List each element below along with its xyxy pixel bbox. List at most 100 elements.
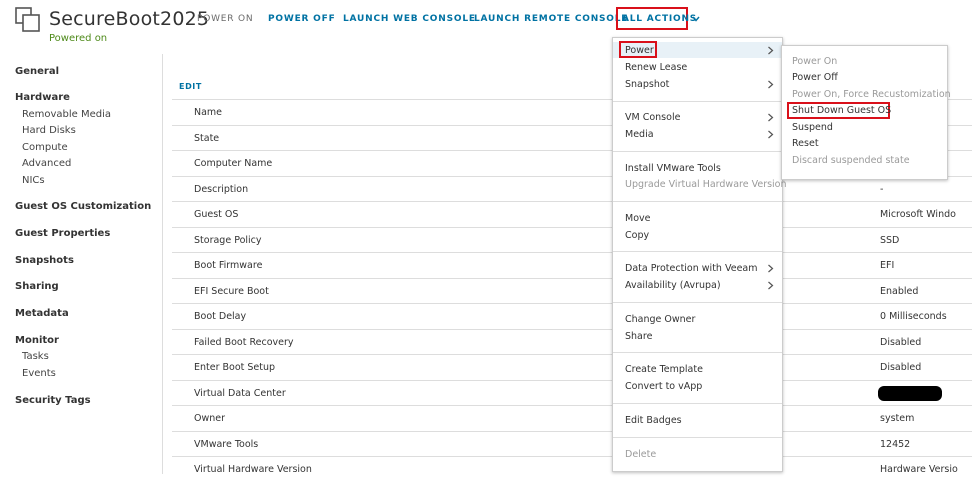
nav-hardware[interactable]: Hardware	[15, 92, 70, 103]
table-row: VMware Tools 12452	[172, 430, 972, 457]
all-actions-menu: Power Renew Lease Snapshot VM Console Me…	[612, 37, 787, 472]
property-value: system	[880, 413, 915, 424]
property-value: -	[880, 183, 884, 195]
menu-item-convert-to-vapp[interactable]: Convert to vApp	[625, 381, 702, 392]
menu-item-delete: Delete	[625, 449, 657, 460]
table-row: Boot Delay 0 Milliseconds	[172, 303, 972, 329]
nav-events[interactable]: Events	[22, 368, 56, 379]
submenu-item-reset[interactable]: Reset	[792, 138, 819, 149]
property-name: Guest OS	[194, 209, 239, 220]
launch-remote-console-button[interactable]: LAUNCH REMOTE CONSOLE	[474, 14, 628, 24]
submenu-item-power-off[interactable]: Power Off	[792, 72, 838, 83]
menu-item-share[interactable]: Share	[625, 331, 652, 342]
submenu-item-power-on-force-recustomization: Power On, Force Recustomization	[792, 89, 951, 100]
property-name: Boot Firmware	[194, 260, 263, 271]
chevron-right-icon	[768, 264, 774, 273]
table-row: Guest OS Microsoft Windo	[172, 201, 972, 227]
property-name: EFI Secure Boot	[194, 285, 269, 297]
property-name: Owner	[194, 413, 226, 424]
menu-item-renew-lease[interactable]: Renew Lease	[625, 62, 687, 73]
edit-button[interactable]: EDIT	[179, 82, 202, 91]
property-name: Enter Boot Setup	[194, 362, 276, 373]
menu-item-snapshot[interactable]: Snapshot	[625, 79, 669, 90]
vm-header: SecureBoot2025 Powered on POWER ON POWER…	[0, 0, 972, 50]
property-name: Failed Boot Recovery	[194, 336, 294, 348]
nav-sharing[interactable]: Sharing	[15, 281, 59, 292]
menu-divider	[613, 437, 782, 438]
property-value: Disabled	[880, 336, 922, 348]
menu-item-media[interactable]: Media	[625, 129, 654, 140]
sidebar-divider	[162, 54, 163, 474]
nav-advanced[interactable]: Advanced	[22, 158, 71, 169]
table-row: Virtual Hardware Version Hardware Versio	[172, 456, 972, 482]
chevron-down-icon[interactable]	[691, 14, 701, 24]
table-row: Boot Firmware EFI	[172, 252, 972, 278]
table-row: Storage Policy SSD	[172, 226, 972, 253]
property-value: Microsoft Windo	[880, 209, 956, 220]
property-value: 12452	[880, 438, 911, 450]
menu-item-install-vmware-tools[interactable]: Install VMware Tools	[625, 163, 721, 174]
menu-divider	[613, 352, 782, 353]
menu-item-move[interactable]: Move	[625, 213, 650, 224]
chevron-right-icon	[768, 46, 774, 55]
property-name: Computer Name	[194, 158, 273, 169]
vm-icon	[15, 7, 40, 32]
menu-divider	[613, 251, 782, 252]
submenu-item-suspend[interactable]: Suspend	[792, 122, 833, 133]
menu-item-change-owner[interactable]: Change Owner	[625, 314, 695, 325]
menu-item-upgrade-virtual-hardware: Upgrade Virtual Hardware Version	[625, 179, 787, 190]
menu-item-vm-console[interactable]: VM Console	[625, 112, 680, 123]
property-name: State	[194, 132, 220, 144]
chevron-right-icon	[768, 130, 774, 139]
vm-name: SecureBoot2025	[49, 8, 210, 30]
launch-web-console-button[interactable]: LAUNCH WEB CONSOLE	[343, 14, 476, 24]
menu-divider	[613, 403, 782, 404]
power-submenu: Power On Power Off Power On, Force Recus…	[781, 45, 951, 180]
nav-monitor[interactable]: Monitor	[15, 335, 59, 346]
table-row: Failed Boot Recovery Disabled	[172, 328, 972, 355]
menu-divider	[613, 302, 782, 303]
nav-nics[interactable]: NICs	[22, 175, 45, 186]
nav-removable-media[interactable]: Removable Media	[22, 109, 111, 120]
submenu-item-power-on: Power On	[792, 56, 838, 67]
table-row: EFI Secure Boot Enabled	[172, 277, 972, 304]
chevron-right-icon	[768, 113, 774, 122]
menu-divider	[613, 201, 782, 202]
nav-tasks[interactable]: Tasks	[22, 351, 49, 362]
property-name: VMware Tools	[194, 438, 259, 450]
menu-item-create-template[interactable]: Create Template	[625, 364, 703, 375]
menu-item-data-protection[interactable]: Data Protection with Veeam	[625, 263, 758, 274]
vm-power-status: Powered on	[49, 33, 108, 44]
nav-guest-properties[interactable]: Guest Properties	[15, 228, 110, 239]
property-name: Virtual Hardware Version	[194, 464, 312, 475]
nav-compute[interactable]: Compute	[22, 142, 68, 153]
power-on-button[interactable]: POWER ON	[197, 14, 253, 24]
nav-hard-disks[interactable]: Hard Disks	[22, 125, 76, 136]
nav-guest-os-customization[interactable]: Guest OS Customization	[15, 201, 151, 212]
table-row: Enter Boot Setup Disabled	[172, 354, 972, 380]
nav-metadata[interactable]: Metadata	[15, 308, 69, 319]
menu-item-copy[interactable]: Copy	[625, 230, 649, 241]
submenu-item-shut-down-guest-os[interactable]: Shut Down Guest OS	[792, 105, 891, 116]
property-value: Hardware Versio	[880, 464, 958, 475]
menu-item-availability[interactable]: Availability (Avrupa)	[625, 280, 721, 291]
menu-item-power[interactable]: Power	[625, 45, 654, 56]
property-value: Enabled	[880, 285, 919, 297]
menu-item-edit-badges[interactable]: Edit Badges	[625, 415, 682, 426]
property-name: Storage Policy	[194, 234, 262, 246]
property-value: SSD	[880, 234, 900, 246]
all-actions-button[interactable]: ALL ACTIONS	[622, 14, 697, 24]
property-value: EFI	[880, 260, 895, 271]
submenu-item-discard-suspended-state: Discard suspended state	[792, 155, 910, 166]
power-off-button[interactable]: POWER OFF	[268, 14, 336, 24]
nav-security-tags[interactable]: Security Tags	[15, 395, 91, 406]
menu-divider	[613, 101, 782, 102]
nav-snapshots[interactable]: Snapshots	[15, 255, 74, 266]
property-value: 0 Milliseconds	[880, 311, 947, 322]
chevron-right-icon	[768, 80, 774, 89]
menu-divider	[613, 151, 782, 152]
nav-general[interactable]: General	[15, 66, 59, 77]
redacted-value	[878, 385, 942, 401]
property-name: Virtual Data Center	[194, 387, 286, 399]
property-value: Disabled	[880, 362, 922, 373]
